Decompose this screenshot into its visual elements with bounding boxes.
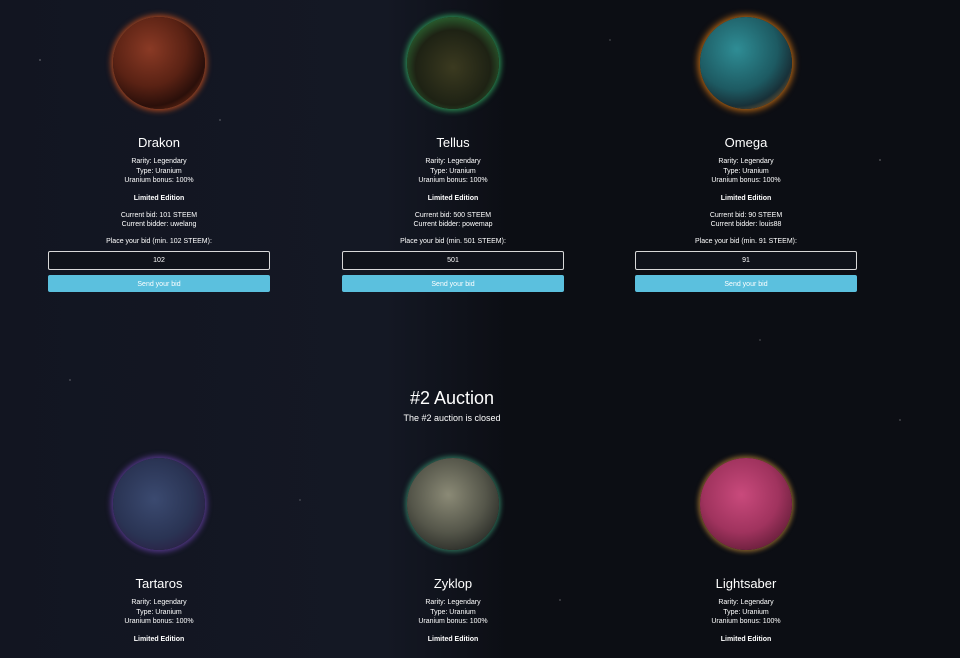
planet-details: Rarity: Legendary Type: Uranium Uranium …: [342, 157, 564, 186]
planet-card-zyklop: Zyklop Rarity: Legendary Type: Uranium U…: [342, 458, 564, 643]
rarity-text: Rarity: Legendary: [131, 599, 187, 606]
edition-label: Limited Edition: [133, 635, 185, 643]
auction-title: #2 Auction: [409, 388, 495, 408]
planet-tellus-icon: [407, 17, 499, 109]
send-bid-button[interactable]: Send your bid: [342, 274, 564, 292]
current-bid: Current bid: 90 STEEM: [709, 211, 783, 219]
rarity-text: Rarity: Legendary: [425, 599, 481, 606]
edition-label: Limited Edition: [427, 635, 479, 643]
planet-details: Rarity: Legendary Type: Uranium Uranium …: [48, 157, 270, 186]
type-text: Type: Uranium: [430, 167, 476, 175]
edition-label: Limited Edition: [720, 194, 772, 202]
planet-card-drakon: Drakon Rarity: Legendary Type: Uranium U…: [48, 17, 270, 292]
bonus-text: Uranium bonus: 100%: [711, 618, 781, 625]
planet-card-omega: Omega Rarity: Legendary Type: Uranium Ur…: [635, 17, 857, 292]
bid-info: Current bid: 90 STEEM Current bidder: lo…: [635, 211, 857, 230]
bonus-text: Uranium bonus: 100%: [124, 177, 194, 184]
planet-tartaros-icon: [113, 458, 205, 550]
bid-amount-input[interactable]: [635, 250, 857, 270]
planet-card-lightsaber: Lightsaber Rarity: Legendary Type: Urani…: [635, 458, 857, 643]
send-bid-button[interactable]: Send your bid: [48, 274, 270, 292]
planet-card-tellus: Tellus Rarity: Legendary Type: Uranium U…: [342, 17, 564, 292]
planet-details: Rarity: Legendary Type: Uranium Uranium …: [342, 598, 564, 627]
planet-name: Lightsaber: [715, 576, 777, 591]
bid-prompt: Place your bid (min. 501 STEEM):: [400, 237, 506, 245]
bonus-text: Uranium bonus: 100%: [124, 618, 194, 625]
bid-prompt: Place your bid (min. 102 STEEM):: [106, 237, 212, 245]
planet-name: Drakon: [138, 135, 180, 150]
bonus-text: Uranium bonus: 100%: [418, 177, 488, 184]
planet-details: Rarity: Legendary Type: Uranium Uranium …: [48, 598, 270, 627]
current-bid: Current bid: 101 STEEM: [120, 211, 198, 219]
planet-details: Rarity: Legendary Type: Uranium Uranium …: [635, 598, 857, 627]
bid-info: Current bid: 101 STEEM Current bidder: u…: [48, 211, 270, 230]
planet-name: Zyklop: [433, 576, 473, 591]
planet-details: Rarity: Legendary Type: Uranium Uranium …: [635, 157, 857, 186]
planet-name: Omega: [724, 135, 768, 150]
edition-label: Limited Edition: [427, 194, 479, 202]
type-text: Type: Uranium: [430, 608, 476, 616]
current-bid: Current bid: 500 STEEM: [414, 211, 492, 219]
bid-amount-input[interactable]: [48, 250, 270, 270]
planet-card-tartaros: Tartaros Rarity: Legendary Type: Uranium…: [48, 458, 270, 643]
planet-omega-icon: [700, 17, 792, 109]
rarity-text: Rarity: Legendary: [425, 158, 481, 165]
planet-name: Tellus: [436, 135, 470, 150]
edition-label: Limited Edition: [720, 635, 772, 643]
rarity-text: Rarity: Legendary: [718, 599, 774, 606]
send-bid-button[interactable]: Send your bid: [635, 274, 857, 292]
auction-status: The #2 auction is closed: [403, 413, 501, 423]
type-text: Type: Uranium: [723, 167, 769, 175]
bid-prompt: Place your bid (min. 91 STEEM):: [695, 237, 797, 245]
rarity-text: Rarity: Legendary: [718, 158, 774, 165]
planet-lightsaber-icon: [700, 458, 792, 550]
bid-info: Current bid: 500 STEEM Current bidder: p…: [342, 211, 564, 230]
type-text: Type: Uranium: [136, 608, 182, 616]
planet-name: Tartaros: [135, 576, 183, 591]
edition-label: Limited Edition: [133, 194, 185, 202]
rarity-text: Rarity: Legendary: [131, 158, 187, 165]
type-text: Type: Uranium: [723, 608, 769, 616]
bonus-text: Uranium bonus: 100%: [418, 618, 488, 625]
bid-amount-input[interactable]: [342, 250, 564, 270]
planet-drakon-icon: [113, 17, 205, 109]
current-bidder: Current bidder: louis88: [710, 221, 782, 228]
current-bidder: Current bidder: uwelang: [121, 221, 197, 228]
type-text: Type: Uranium: [136, 167, 182, 175]
current-bidder: Current bidder: powemap: [413, 221, 493, 228]
bonus-text: Uranium bonus: 100%: [711, 177, 781, 184]
planet-zyklop-icon: [407, 458, 499, 550]
